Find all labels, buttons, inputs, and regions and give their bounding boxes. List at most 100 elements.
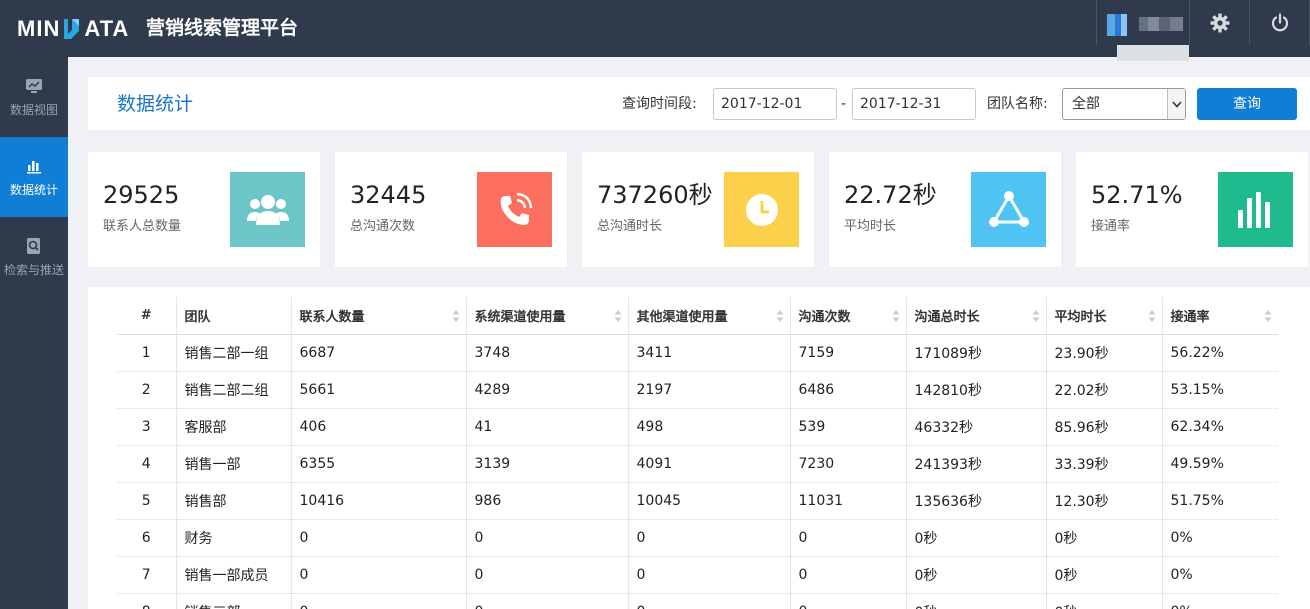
column-header[interactable]: 系统渠道使用量: [465, 297, 628, 335]
stat-label: 总沟通次数: [350, 219, 416, 234]
stat-value: 22.72秒: [844, 181, 937, 209]
table-cell: 539: [789, 408, 906, 446]
share-triangle-icon: [971, 172, 1046, 247]
column-header-label: 其他渠道使用量: [636, 309, 728, 325]
top-bar: MIN ATA 营销线索管理平台: [0, 0, 1310, 61]
logo-text-left: MIN: [17, 16, 61, 41]
sort-icon: [1032, 310, 1039, 322]
table-cell: 53.15%: [1161, 371, 1278, 409]
table-cell: 41: [465, 408, 628, 446]
table-cell: 6486: [789, 371, 906, 409]
stats-table-panel: # 团队 联系人数量 系统渠道使用量 其他渠道使用量 沟通次数 沟通总时长 平均时长 接通率 1…: [88, 287, 1310, 609]
table-cell: 0: [789, 556, 906, 594]
logo-text-right: ATA: [84, 16, 130, 41]
table-cell: 56.22%: [1161, 334, 1278, 372]
sidebar-item-label: 数据视图: [9, 102, 58, 117]
table-cell: 10045: [627, 482, 790, 520]
stats-table: # 团队 联系人数量 系统渠道使用量 其他渠道使用量 沟通次数 沟通总时长 平均时长 接通率 1…: [117, 297, 1278, 609]
column-header[interactable]: 平均时长: [1045, 297, 1162, 335]
table-cell: 0秒: [905, 519, 1046, 557]
search-doc-icon: [27, 237, 40, 254]
table-cell: 3411: [627, 334, 790, 372]
table-cell: 0: [789, 519, 906, 557]
sort-icon: [452, 310, 459, 322]
users-icon: [230, 172, 305, 247]
column-header[interactable]: 其他渠道使用量: [627, 297, 790, 335]
logo-mark-icon: [61, 16, 83, 42]
page-title: 数据统计: [117, 93, 194, 115]
table-cell: 客服部: [175, 408, 291, 446]
clock-icon: [724, 172, 799, 247]
top-actions: [1096, 0, 1310, 61]
sort-icon: [1264, 310, 1272, 322]
app-title: 营销线索管理平台: [146, 17, 299, 39]
user-dropdown-shadow: [1117, 45, 1189, 61]
column-header[interactable]: 接通率: [1161, 297, 1278, 335]
table-cell: 5: [117, 482, 176, 520]
table-cell: 1: [117, 334, 176, 372]
bar-chart-icon: [27, 160, 41, 173]
sidebar-item-search-push[interactable]: 检索与推送: [0, 217, 68, 297]
sidebar-item-data-view[interactable]: 数据视图: [0, 57, 68, 137]
stat-value: 737260秒: [597, 181, 713, 209]
table-cell: 62.34%: [1161, 408, 1278, 446]
team-select[interactable]: 全部: [1062, 88, 1186, 120]
column-header[interactable]: 联系人数量: [290, 297, 466, 335]
table-header-row: # 团队 联系人数量 系统渠道使用量 其他渠道使用量 沟通次数 沟通总时长 平均时长 接通率: [117, 297, 1278, 335]
table-cell: 8: [117, 593, 176, 609]
table-cell: 0: [465, 519, 628, 557]
date-separator: -: [841, 96, 847, 112]
table-cell: 7: [117, 556, 176, 594]
monitor-icon: [26, 78, 42, 93]
stat-label: 平均时长: [844, 219, 897, 234]
column-header-label: 沟通总时长: [914, 309, 980, 325]
end-date-input[interactable]: 2017-12-31: [852, 88, 976, 120]
table-cell: 0%: [1161, 593, 1278, 609]
sidebar-item-label: 检索与推送: [3, 262, 64, 277]
settings-button[interactable]: [1190, 0, 1250, 45]
table-cell: 0秒: [905, 556, 1046, 594]
column-header[interactable]: 沟通次数: [789, 297, 906, 335]
stat-card-contacts: 29525 联系人总数量: [88, 152, 320, 267]
table-cell: 3139: [465, 445, 628, 483]
stat-value: 29525: [103, 181, 180, 209]
table-row: 4 销售一部 6355 3139 4091 7230 241393秒 33.39秒 49.59%: [117, 445, 1278, 483]
sidebar-item-label: 数据统计: [9, 182, 58, 197]
table-cell: 12.30秒: [1045, 482, 1162, 520]
table-cell: 0秒: [1045, 593, 1162, 609]
stat-label: 接通率: [1091, 219, 1131, 234]
table-cell: 销售二部二组: [175, 371, 291, 409]
sort-icon: [1148, 310, 1155, 322]
table-cell: 85.96秒: [1045, 408, 1162, 446]
table-cell: 7159: [789, 334, 906, 372]
table-cell: 0: [290, 519, 466, 557]
table-cell: 4091: [627, 445, 790, 483]
table-cell: 0: [290, 593, 466, 609]
stat-card-avg-duration: 22.72秒 平均时长: [829, 152, 1061, 267]
table-cell: 23.90秒: [1045, 334, 1162, 372]
column-header-label: 系统渠道使用量: [474, 309, 566, 325]
table-cell: 销售三部: [175, 593, 291, 609]
stat-label: 总沟通时长: [597, 219, 663, 234]
team-select-value: 全部: [1072, 96, 1100, 112]
table-cell: 6687: [290, 334, 466, 372]
table-cell: 46332秒: [905, 408, 1046, 446]
table-cell: 33.39秒: [1045, 445, 1162, 483]
table-cell: 0秒: [1045, 556, 1162, 594]
column-header-label: 沟通次数: [798, 309, 851, 325]
table-cell: 0: [465, 556, 628, 594]
filter-bar: 数据统计 查询时间段: 2017-12-01 - 2017-12-31 团队名称…: [88, 77, 1310, 130]
logout-button[interactable]: [1250, 0, 1310, 45]
column-header[interactable]: 沟通总时长: [905, 297, 1046, 335]
sidebar-item-data-stats[interactable]: 数据统计: [0, 137, 68, 217]
stat-value: 52.71%: [1091, 181, 1183, 209]
column-header-label: #: [140, 307, 152, 323]
start-date-input[interactable]: 2017-12-01: [713, 88, 837, 120]
query-button[interactable]: 查询: [1197, 88, 1297, 120]
table-cell: 销售部: [175, 482, 291, 520]
table-cell: 986: [465, 482, 628, 520]
table-cell: 销售一部: [175, 445, 291, 483]
user-avatar-area[interactable]: [1096, 0, 1190, 61]
table-cell: 6355: [290, 445, 466, 483]
table-cell: 4289: [465, 371, 628, 409]
